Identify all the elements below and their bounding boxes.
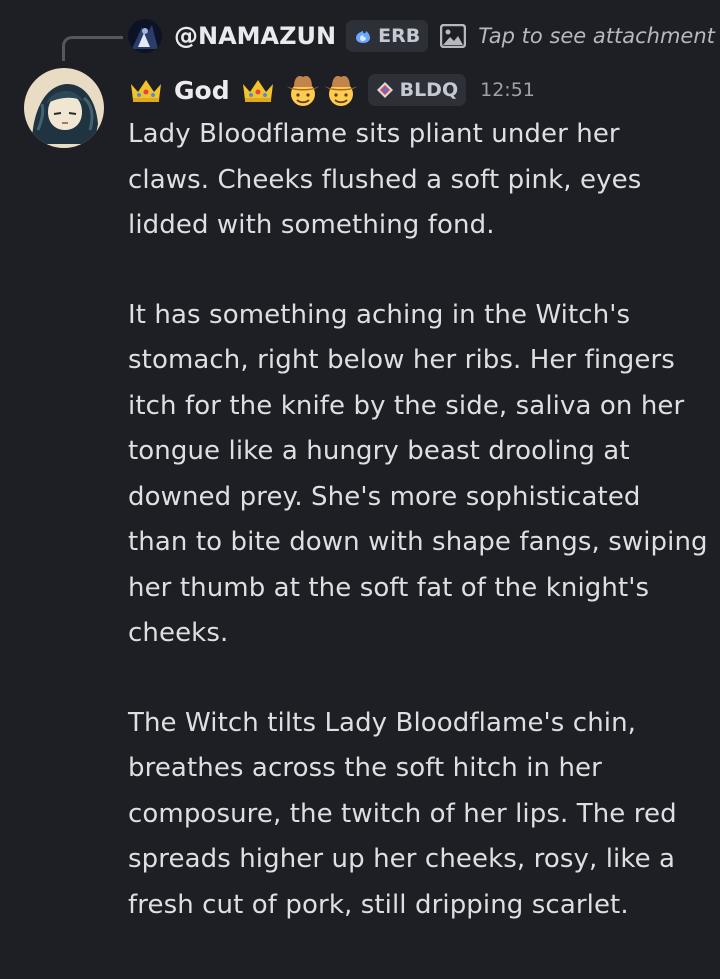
message-timestamp: 12:51 bbox=[480, 79, 535, 101]
attachment-link-text[interactable]: Tap to see attachment bbox=[478, 24, 715, 48]
crown-icon bbox=[128, 76, 164, 104]
reply-avatar[interactable] bbox=[128, 19, 162, 53]
reply-server-tag[interactable]: ERB bbox=[346, 20, 429, 52]
message-paragraph: The Witch tilts Lady Bloodflame's chin, … bbox=[128, 707, 677, 920]
diamond-icon bbox=[376, 81, 394, 99]
author-display-name[interactable]: God bbox=[174, 76, 230, 105]
message-content: Lady Bloodflame sits pliant under her cl… bbox=[128, 112, 708, 928]
message-paragraph: Lady Bloodflame sits pliant under her cl… bbox=[128, 119, 642, 240]
reply-reference[interactable]: @NAMAZUN ERB Tap to see attachment bbox=[128, 16, 715, 56]
message-paragraph: It has something aching in the Witch's s… bbox=[128, 299, 708, 649]
image-attachment-icon bbox=[440, 24, 467, 48]
reply-username[interactable]: @NAMAZUN bbox=[174, 22, 336, 50]
water-drop-icon bbox=[354, 28, 372, 44]
cowboy-hat-face-icon bbox=[286, 72, 320, 108]
crown-icon bbox=[240, 76, 276, 104]
author-server-tag[interactable]: BLDQ bbox=[367, 74, 467, 106]
author-avatar[interactable] bbox=[24, 68, 104, 148]
author-tag-label: BLDQ bbox=[399, 79, 459, 101]
reply-tag-label: ERB bbox=[378, 25, 421, 47]
cowboy-hat-face-icon bbox=[324, 72, 358, 108]
reply-connector-line bbox=[62, 36, 123, 61]
message-header: God BLDQ 12:51 bbox=[128, 68, 535, 112]
